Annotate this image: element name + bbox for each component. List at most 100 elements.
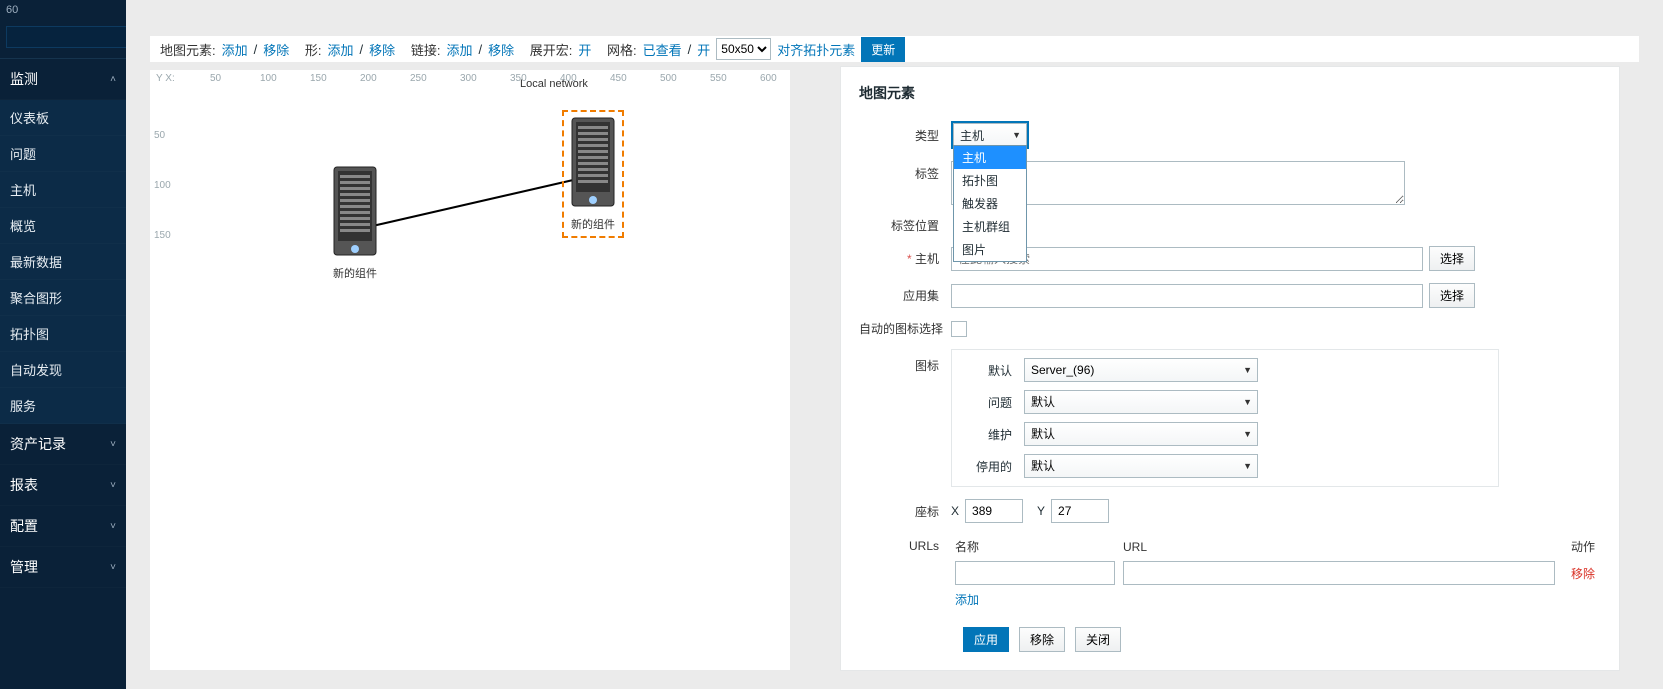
nav-screens[interactable]: 聚合图形 (0, 280, 126, 316)
toolbar-mapel-label: 地图元素: (160, 40, 216, 59)
nav-problems-label: 问题 (10, 144, 36, 163)
icon-problem-select[interactable]: 默认 (1024, 390, 1258, 414)
toolbar-expand-on[interactable]: 开 (578, 40, 591, 59)
type-option-image[interactable]: 图片 (954, 238, 1026, 261)
nav-latest-label: 最新数据 (10, 252, 62, 271)
chevron-down-icon: ˅ (110, 439, 116, 450)
nav-maps[interactable]: 拓扑图 (0, 316, 126, 352)
sep: / (360, 42, 364, 57)
coord-x-input[interactable] (965, 499, 1023, 523)
update-button[interactable]: 更新 (861, 37, 905, 62)
nav-monitoring[interactable]: 监测 ˄ (0, 59, 126, 100)
nav-hosts[interactable]: 主机 (0, 172, 126, 208)
ruler-x: 50 100 150 200 250 300 350 400 450 500 5… (180, 73, 786, 89)
auto-icon-label: 自动的图标选择 (859, 320, 951, 337)
type-select[interactable]: 主机 (953, 123, 1027, 147)
nav-maps-label: 拓扑图 (10, 324, 49, 343)
sep: / (688, 42, 692, 57)
map-area[interactable]: Local network 新的组件 新的组件 (180, 100, 790, 670)
nav-dashboard[interactable]: 仪表板 (0, 100, 126, 136)
close-button[interactable]: 关闭 (1075, 627, 1121, 652)
toolbar-grid-shown[interactable]: 已查看 (643, 40, 682, 59)
toolbar-grid-on[interactable]: 开 (697, 40, 710, 59)
icon-group: 默认 Server_(96)▼ 问题 默认▼ 维护 默认▼ 停用的 默认▼ (951, 349, 1499, 487)
toolbar-link-remove[interactable]: 移除 (488, 40, 514, 59)
toolbar-mapel-add[interactable]: 添加 (222, 40, 248, 59)
tag-label: 标签 (859, 161, 951, 182)
remove-button[interactable]: 移除 (1019, 627, 1065, 652)
coord-y-input[interactable] (1051, 499, 1109, 523)
nav-discovery[interactable]: 自动发现 (0, 352, 126, 388)
coord-y-label: Y (1037, 504, 1045, 518)
icon-maint-label: 维护 (964, 426, 1024, 443)
nav-config[interactable]: 配置 ˅ (0, 506, 126, 547)
toolbar-align[interactable]: 对齐拓扑元素 (777, 40, 855, 59)
properties-panel: 地图元素 类型 主机 ▼ 主机 拓扑图 触发器 主机群组 图片 标签 标签 (840, 66, 1620, 671)
url-value-input[interactable] (1123, 561, 1555, 585)
x-tick: 200 (360, 73, 377, 84)
icon-maint-select[interactable]: 默认 (1024, 422, 1258, 446)
url-name-input[interactable] (955, 561, 1115, 585)
urls-action-header: 动作 (1559, 535, 1599, 558)
nav-inventory-label: 资产记录 (10, 434, 66, 454)
chevron-up-icon: ˄ (110, 74, 116, 85)
map-node-server-2-selected[interactable]: 新的组件 (562, 110, 624, 238)
nav-inventory[interactable]: 资产记录 ˅ (0, 424, 126, 465)
icon-disabled-label: 停用的 (964, 458, 1024, 475)
panel-title: 地图元素 (859, 83, 1601, 103)
icon-problem-label: 问题 (964, 394, 1024, 411)
nav-services[interactable]: 服务 (0, 388, 126, 424)
search-input[interactable] (6, 26, 126, 48)
map-link[interactable] (180, 100, 820, 400)
x-tick: 550 (710, 73, 727, 84)
x-tick: 450 (610, 73, 627, 84)
host-label: 主机 (859, 250, 951, 267)
ruler-origin-label: Y X: (156, 73, 175, 84)
nav-reports[interactable]: 报表 ˅ (0, 465, 126, 506)
type-option-host[interactable]: 主机 (954, 146, 1026, 169)
type-dropdown-list: 主机 拓扑图 触发器 主机群组 图片 (953, 145, 1027, 262)
appset-input[interactable] (951, 284, 1423, 308)
url-remove-link[interactable]: 移除 (1571, 567, 1595, 581)
icon-default-label: 默认 (964, 362, 1024, 379)
x-tick: 600 (760, 73, 777, 84)
nav-hosts-label: 主机 (10, 180, 36, 199)
host-select-button[interactable]: 选择 (1429, 246, 1475, 271)
type-option-trigger[interactable]: 触发器 (954, 192, 1026, 215)
toolbar-mapel-remove[interactable]: 移除 (263, 40, 289, 59)
toolbar-link-add[interactable]: 添加 (446, 40, 472, 59)
sidebar: 60 监测 ˄ 仪表板 问题 主机 概览 最新数据 聚合图形 拓扑图 自动发现 … (0, 0, 126, 689)
nav-latest[interactable]: 最新数据 (0, 244, 126, 280)
nav-problems[interactable]: 问题 (0, 136, 126, 172)
map-node-2-caption: 新的组件 (568, 216, 618, 232)
toolbar-shape-remove[interactable]: 移除 (369, 40, 395, 59)
network-label: Local network (520, 78, 588, 90)
appset-select-button[interactable]: 选择 (1429, 283, 1475, 308)
nav-monitoring-label: 监测 (10, 69, 38, 89)
map-node-server-1[interactable]: 新的组件 (330, 165, 380, 281)
icon-disabled-select[interactable]: 默认 (1024, 454, 1258, 478)
urls-label: URLs (859, 535, 951, 553)
nav-discovery-label: 自动发现 (10, 360, 62, 379)
nav-admin[interactable]: 管理 ˅ (0, 547, 126, 588)
toolbar-shape-add[interactable]: 添加 (328, 40, 354, 59)
auto-icon-checkbox[interactable] (951, 321, 967, 337)
urls-name-header: 名称 (951, 535, 1119, 558)
nav-screens-label: 聚合图形 (10, 288, 62, 307)
toolbar-shape-label: 形: (305, 40, 322, 59)
url-add-link[interactable]: 添加 (955, 593, 979, 607)
nav-overview[interactable]: 概览 (0, 208, 126, 244)
nav-dashboard-label: 仪表板 (10, 108, 49, 127)
apply-button[interactable]: 应用 (963, 627, 1009, 652)
icon-default-select[interactable]: Server_(96) (1024, 358, 1258, 382)
coord-label: 座标 (859, 503, 951, 520)
x-tick: 100 (260, 73, 277, 84)
chevron-down-icon: ˅ (110, 521, 116, 532)
nav-admin-label: 管理 (10, 557, 38, 577)
map-node-1-caption: 新的组件 (330, 265, 380, 281)
type-option-map[interactable]: 拓扑图 (954, 169, 1026, 192)
chevron-down-icon: ˅ (110, 480, 116, 491)
x-tick: 300 (460, 73, 477, 84)
grid-size-select[interactable]: 50x50 (716, 38, 771, 60)
type-option-hostgroup[interactable]: 主机群组 (954, 215, 1026, 238)
